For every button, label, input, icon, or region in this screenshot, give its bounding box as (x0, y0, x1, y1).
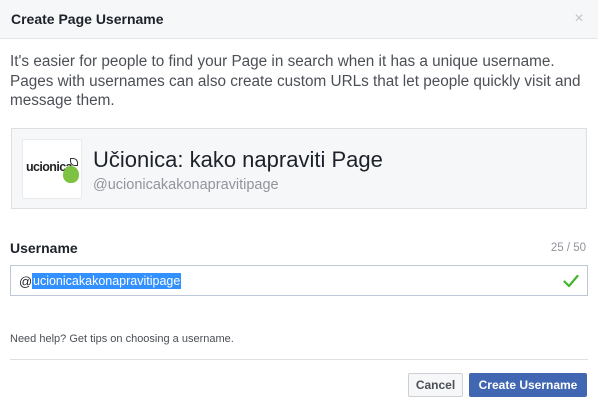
logo-leaf-icon (70, 158, 78, 166)
close-icon[interactable]: × (571, 10, 587, 28)
create-username-dialog: Create Page Username × It's easier for p… (0, 0, 598, 409)
character-count: 25 / 50 (550, 242, 586, 254)
dialog-header: Create Page Username × (0, 0, 598, 39)
dialog-title: Create Page Username (11, 11, 164, 27)
username-value[interactable]: ucionicakakonapravitipage (32, 273, 182, 289)
cancel-button[interactable]: Cancel (408, 373, 463, 397)
page-name: Učionica: kako napraviti Page (93, 147, 383, 172)
intro-text: It's easier for people to find your Page… (10, 53, 581, 109)
check-icon (563, 274, 579, 288)
logo-apple-icon (63, 166, 79, 183)
username-label: Username (10, 240, 78, 256)
username-input[interactable]: @ ucionicakakonapravitipage (10, 265, 588, 296)
page-handle: @ucionicakakonapravitipage (93, 177, 279, 193)
create-username-button[interactable]: Create Username (469, 373, 587, 397)
page-logo: ucionica (22, 139, 82, 199)
username-prefix: @ (19, 274, 33, 289)
help-link[interactable]: Need help? Get tips on choosing a userna… (10, 333, 234, 345)
page-card: ucionica Učionica: kako napraviti Page @… (11, 128, 587, 209)
footer-divider (10, 359, 588, 360)
